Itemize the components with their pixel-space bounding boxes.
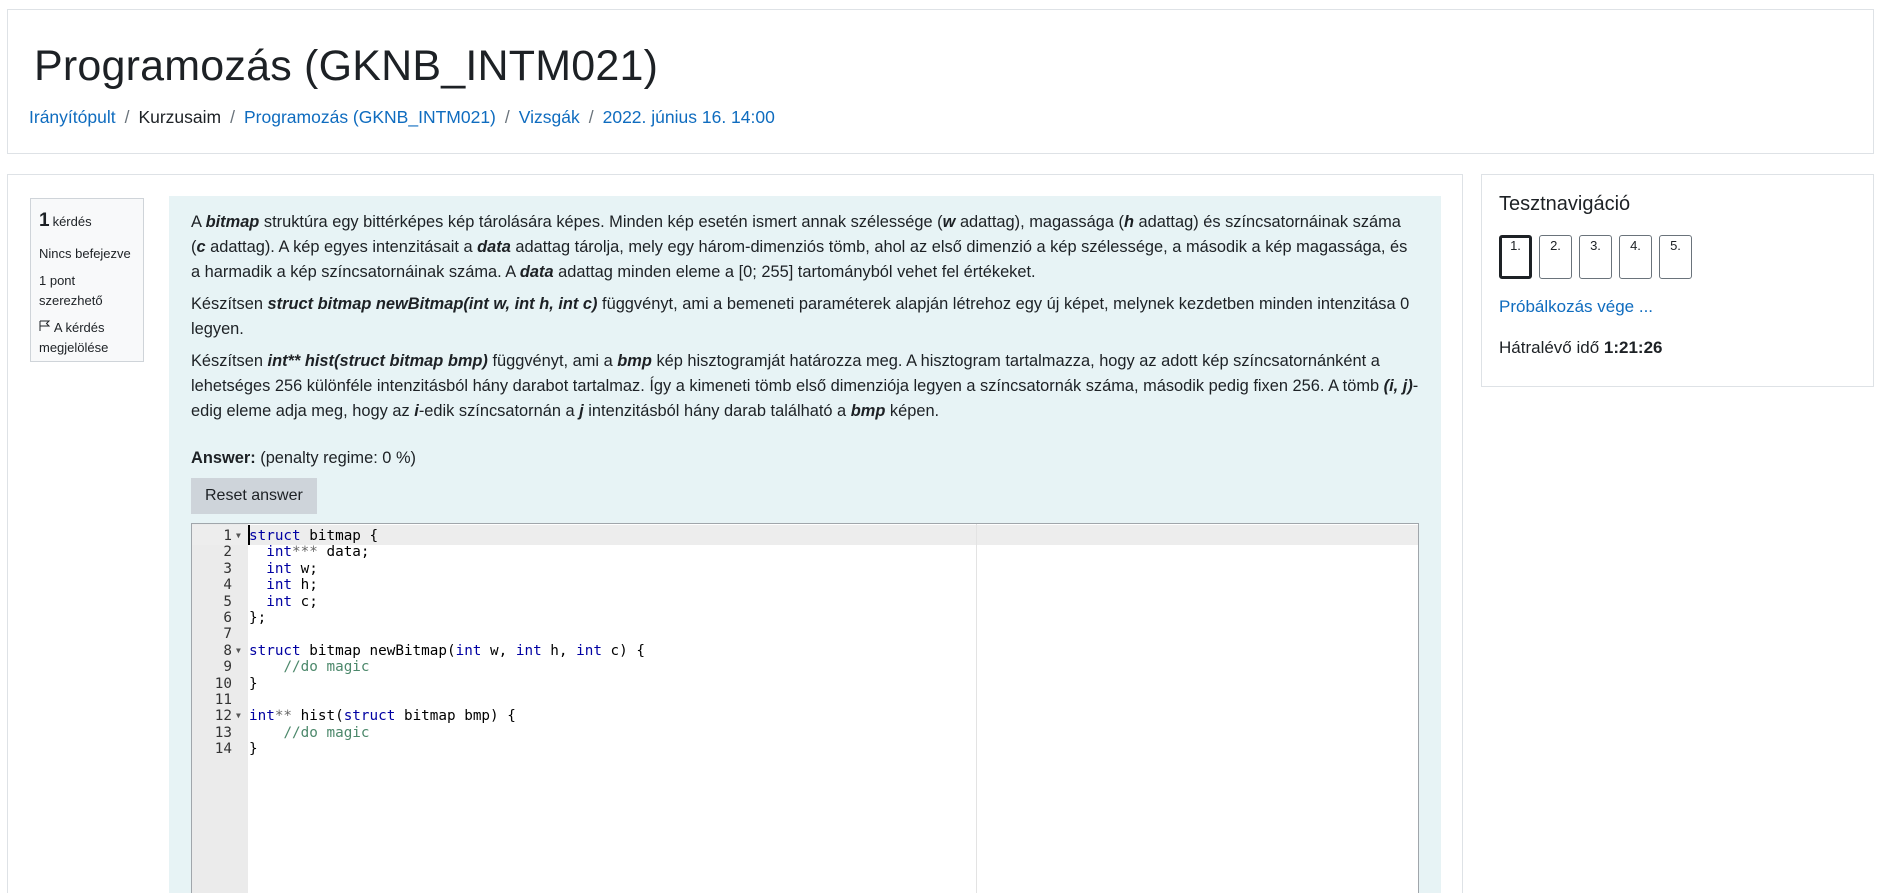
- quiz-nav-button-1[interactable]: 1.: [1499, 235, 1532, 279]
- question-paragraph-1: A bitmap struktúra egy bittérképes kép t…: [191, 213, 1408, 281]
- penalty-regime: (penalty regime: 0 %): [260, 449, 417, 467]
- time-left: Hátralévő idő 1:21:26: [1499, 338, 1663, 358]
- region-main: 1 kérdés Nincs befejezve 1 pont szerezhet…: [7, 174, 1463, 893]
- breadcrumb: Irányítópult / Kurzusaim / Programozás (GKNB…: [29, 107, 775, 128]
- quiz-nav-button-5[interactable]: 5.: [1659, 235, 1692, 279]
- quiz-nav-button-3[interactable]: 3.: [1579, 235, 1612, 279]
- breadcrumb-separator: /: [504, 107, 510, 127]
- quiz-nav-button-4[interactable]: 4.: [1619, 235, 1652, 279]
- answer-label: Answer:: [191, 449, 256, 467]
- quiz-nav-button-2[interactable]: 2.: [1539, 235, 1572, 279]
- line-number: 14: [214, 741, 232, 758]
- code-text: }: [249, 741, 258, 758]
- page-title: Programozás (GKNB_INTM021): [34, 42, 659, 90]
- text-cursor: [248, 525, 250, 545]
- question-content: A bitmap struktúra egy bittérképes kép t…: [169, 196, 1441, 893]
- flag-question-link[interactable]: A kérdés megjelölése: [39, 318, 135, 357]
- page-header: Programozás (GKNB_INTM021) Irányítópult /…: [7, 9, 1874, 154]
- quiz-navigation-buttons: 1. 2. 3. 4. 5.: [1499, 235, 1692, 279]
- question-number-value: 1: [39, 210, 50, 231]
- question-paragraph-3: Készítsen int** hist(struct bitmap bmp) …: [191, 352, 1419, 420]
- quiz-navigation-block: Tesztnavigáció 1. 2. 3. 4. 5. Próbálkozás vé…: [1481, 174, 1874, 387]
- quiz-navigation-title: Tesztnavigáció: [1499, 193, 1631, 215]
- breadcrumb-item[interactable]: Irányítópult: [29, 107, 116, 128]
- time-left-value: 1:21:26: [1603, 338, 1663, 357]
- question-number: 1 kérdés: [39, 207, 135, 236]
- breadcrumb-item: Kurzusaim: [138, 107, 222, 127]
- reset-answer-button[interactable]: Reset answer: [191, 478, 317, 514]
- question-grade: 1 pont szerezhető: [39, 273, 103, 308]
- breadcrumb-separator: /: [230, 107, 235, 127]
- code-editor[interactable]: 1 ▼ struct bitmap {2 int*** data; 3 int w; 4…: [191, 523, 1419, 893]
- time-left-label: Hátralévő idő: [1499, 338, 1600, 357]
- breadcrumb-item[interactable]: Programozás (GKNB_INTM021): [244, 107, 496, 128]
- question-state: Nincs befejezve: [39, 245, 131, 261]
- breadcrumb-separator: /: [588, 107, 594, 127]
- question-info: 1 kérdés Nincs befejezve 1 pont szerezhet…: [30, 198, 144, 362]
- breadcrumb-item[interactable]: 2022. június 16. 14:00: [603, 107, 775, 128]
- code-line: 14}: [192, 739, 1418, 759]
- flag-icon: [39, 320, 54, 335]
- question-paragraph-2: Készítsen struct bitmap newBitmap(int w,…: [191, 295, 1410, 338]
- question-number-label: kérdés: [52, 214, 92, 229]
- breadcrumb-item[interactable]: Vizsgák: [519, 107, 580, 128]
- finish-attempt-link[interactable]: Próbálkozás vége ...: [1499, 297, 1653, 317]
- answer-header: Answer: (penalty regime: 0 %): [191, 446, 1419, 471]
- breadcrumb-separator: /: [124, 107, 130, 127]
